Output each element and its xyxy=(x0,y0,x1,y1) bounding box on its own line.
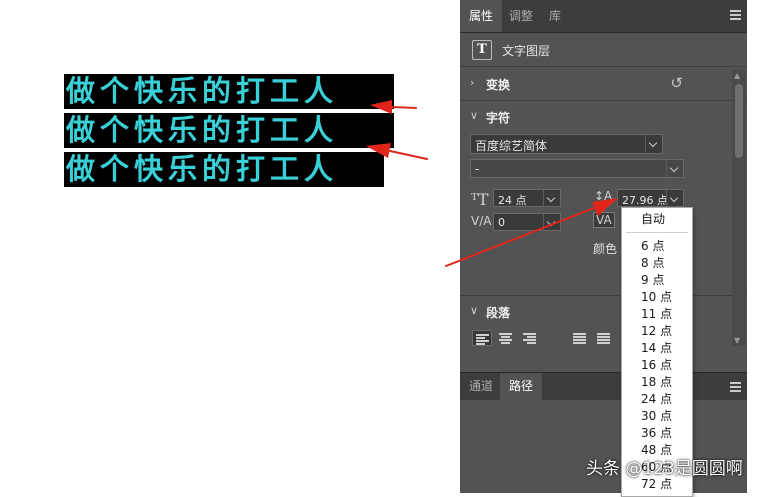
scroll-thumb[interactable] xyxy=(735,84,743,158)
panel-scrollbar[interactable]: ▲ ▼ xyxy=(732,70,746,346)
kerning-icon: V/A xyxy=(471,214,492,228)
chevron-right-icon: › xyxy=(470,76,475,89)
chevron-down-icon xyxy=(645,135,662,153)
align-right-icon[interactable] xyxy=(520,330,540,346)
chevron-down-icon xyxy=(543,214,560,230)
layer-type-row: T 文字图层 xyxy=(460,34,747,67)
chevron-down-icon xyxy=(543,190,560,206)
chevron-down-icon: ∨ xyxy=(470,304,479,317)
font-size-value: 24 点 xyxy=(498,194,527,207)
text-line-2[interactable]: 做个快乐的打工人 xyxy=(64,113,394,148)
properties-panel: 属性 调整 库 T 文字图层 › 变换 ↺ ∨ 字符 百度综艺简体 - ᵀT 2… xyxy=(460,0,747,493)
transform-section-header[interactable]: › 变换 ↺ xyxy=(460,70,747,98)
tracking-icon: VA xyxy=(593,212,615,228)
leading-option[interactable]: 9 点 xyxy=(622,272,692,289)
font-size-select[interactable]: 24 点 xyxy=(493,189,561,207)
kerning-value: 0 xyxy=(498,216,505,229)
paths-panel-content xyxy=(460,400,747,493)
scroll-down-icon[interactable]: ▼ xyxy=(734,336,740,345)
kerning-select[interactable]: 0 xyxy=(493,213,561,231)
watermark: 头条 @123是圆圆啊 xyxy=(586,459,743,479)
text-line-3[interactable]: 做个快乐的打工人 xyxy=(64,152,384,187)
leading-option-auto[interactable]: 自动 xyxy=(622,208,692,230)
document-canvas[interactable]: 做个快乐的打工人 做个快乐的打工人 做个快乐的打工人 xyxy=(0,0,460,493)
justify-left-icon[interactable] xyxy=(570,330,590,346)
leading-option[interactable]: 30 点 xyxy=(622,408,692,425)
leading-value: 27.96 点 xyxy=(622,194,668,207)
layer-type-label: 文字图层 xyxy=(502,44,551,58)
chevron-down-icon: ∨ xyxy=(470,109,479,122)
character-section-header[interactable]: ∨ 字符 xyxy=(460,103,747,131)
font-family-select[interactable]: 百度综艺简体 xyxy=(470,134,663,154)
bottom-panel-tab-bar: 通道 路径 xyxy=(460,372,747,401)
leading-option[interactable]: 24 点 xyxy=(622,391,692,408)
leading-option[interactable]: 8 点 xyxy=(622,255,692,272)
leading-icon: ↕A xyxy=(594,189,613,203)
tab-adjustments[interactable]: 调整 xyxy=(500,0,542,32)
panel-menu-icon[interactable] xyxy=(730,10,741,20)
tab-channels[interactable]: 通道 xyxy=(460,373,502,400)
scroll-up-icon[interactable]: ▲ xyxy=(734,71,740,80)
character-section-title: 字符 xyxy=(486,111,511,125)
font-style-select[interactable]: - xyxy=(470,159,684,178)
text-layer-icon: T xyxy=(472,40,492,60)
align-left-icon[interactable] xyxy=(472,330,492,346)
tab-libraries[interactable]: 库 xyxy=(540,0,570,32)
text-line-1[interactable]: 做个快乐的打工人 xyxy=(64,74,394,109)
leading-option[interactable]: 16 点 xyxy=(622,357,692,374)
justify-center-icon[interactable] xyxy=(594,330,614,346)
paragraph-section-header[interactable]: ∨ 段落 xyxy=(460,298,747,326)
leading-select[interactable]: 27.96 点 xyxy=(617,189,684,207)
panel-tab-bar: 属性 调整 库 xyxy=(460,0,747,33)
paragraph-section-title: 段落 xyxy=(486,306,511,320)
tab-paths[interactable]: 路径 xyxy=(500,373,543,400)
font-size-icon: ᵀT xyxy=(471,190,489,209)
reset-transform-icon[interactable]: ↺ xyxy=(670,74,683,92)
leading-option[interactable]: 36 点 xyxy=(622,425,692,442)
leading-option[interactable]: 14 点 xyxy=(622,340,692,357)
leading-option[interactable]: 11 点 xyxy=(622,306,692,323)
leading-option[interactable]: 18 点 xyxy=(622,374,692,391)
leading-option[interactable]: 10 点 xyxy=(622,289,692,306)
font-family-value: 百度综艺简体 xyxy=(475,139,548,153)
leading-option[interactable]: 6 点 xyxy=(622,238,692,255)
leading-option[interactable]: 12 点 xyxy=(622,323,692,340)
bottom-panel-menu-icon[interactable] xyxy=(730,382,741,392)
font-style-value: - xyxy=(475,162,480,176)
chevron-down-icon xyxy=(666,160,683,177)
transform-section-title: 变换 xyxy=(486,78,511,92)
tab-properties[interactable]: 属性 xyxy=(460,0,503,32)
align-center-icon[interactable] xyxy=(496,330,516,346)
chevron-down-icon xyxy=(666,190,683,206)
color-label: 颜色 xyxy=(593,242,618,256)
